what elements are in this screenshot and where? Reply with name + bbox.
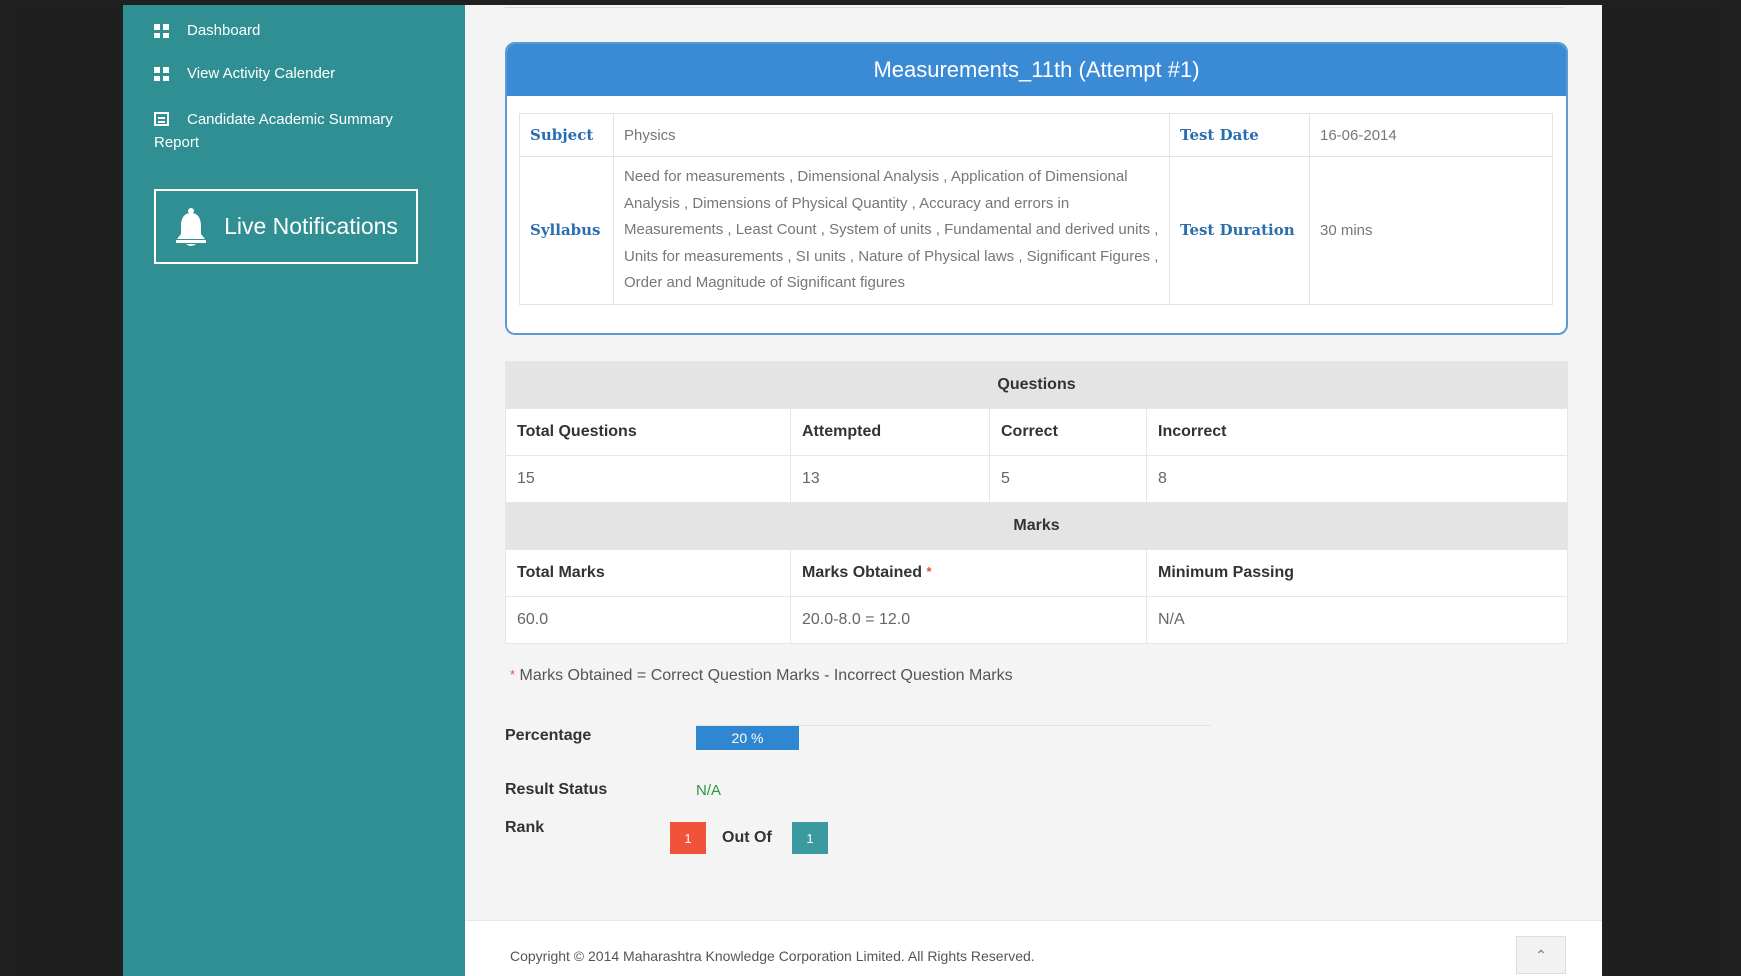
minimum-passing-value: N/A [1146, 596, 1568, 644]
syllabus-label: Syllabus [519, 156, 614, 305]
copyright-text: Copyright © 2014 Maharashtra Knowledge C… [510, 948, 1035, 964]
test-duration-label: Test Duration [1169, 156, 1310, 305]
test-title: Measurements_11th (Attempt #1) [507, 44, 1566, 96]
test-date-value: 16-06-2014 [1309, 113, 1553, 157]
column-header: Total Marks [505, 549, 791, 597]
marks-section-header: Marks [505, 502, 1568, 550]
live-notifications-label: Live Notifications [224, 213, 398, 239]
document-icon [154, 112, 169, 126]
marks-note-text: Marks Obtained = Correct Question Marks … [519, 667, 1013, 684]
column-header: Minimum Passing [1146, 549, 1568, 597]
column-header: Attempted [790, 408, 990, 456]
sidebar-item-label: Candidate Academic Summary Report [154, 111, 393, 151]
grid-icon [154, 67, 169, 81]
percentage-progress-bar: 20 % [696, 725, 1211, 751]
sidebar-item-label: Dashboard [187, 22, 261, 39]
result-status-value: N/A [696, 782, 722, 799]
result-status-label: Result Status [505, 781, 608, 798]
percentage-progress-fill: 20 % [696, 726, 799, 750]
incorrect-value: 8 [1146, 455, 1568, 503]
percentage-label: Percentage [505, 727, 592, 744]
grid-icon [154, 24, 169, 38]
main-content: Measurements_11th (Attempt #1) Subject P… [465, 5, 1602, 976]
rank-label: Rank [505, 819, 545, 836]
sidebar-item-dashboard[interactable]: Dashboard [154, 22, 260, 39]
total-questions-value: 15 [505, 455, 791, 503]
browser-viewport: Dashboard View Activity Calender Candida… [10, 5, 1720, 976]
divider [505, 7, 1565, 8]
marks-note: * Marks Obtained = Correct Question Mark… [510, 667, 1013, 685]
asterisk: * [926, 564, 932, 579]
marks-obtained-value: 20.0-8.0 = 12.0 [790, 596, 1147, 644]
column-header: Marks Obtained * [790, 549, 1147, 597]
test-info-panel: Measurements_11th (Attempt #1) Subject P… [505, 42, 1568, 335]
bell-icon [174, 207, 208, 247]
questions-section-header: Questions [505, 361, 1568, 409]
subject-value: Physics [613, 113, 1170, 157]
subject-label: Subject [519, 113, 614, 157]
column-header: Incorrect [1146, 408, 1568, 456]
total-marks-value: 60.0 [505, 596, 791, 644]
correct-value: 5 [989, 455, 1147, 503]
scroll-to-top-button[interactable]: ⌃ [1516, 936, 1566, 974]
rank-badge: 1 [670, 822, 706, 854]
footer: Copyright © 2014 Maharashtra Knowledge C… [465, 920, 1602, 976]
test-duration-value: 30 mins [1309, 156, 1553, 305]
test-info-table: Subject Physics Test Date 16-06-2014 Syl… [519, 113, 1553, 305]
chevron-up-icon: ⌃ [1535, 946, 1547, 963]
column-header: Total Questions [505, 408, 791, 456]
results-table: Questions Total Questions Attempted Corr… [505, 361, 1568, 644]
column-header-label: Marks Obtained [802, 564, 923, 581]
live-notifications-button[interactable]: Live Notifications [154, 189, 418, 264]
column-header: Correct [989, 408, 1147, 456]
attempted-value: 13 [790, 455, 990, 503]
sidebar: Dashboard View Activity Calender Candida… [123, 5, 465, 976]
asterisk: * [510, 667, 516, 682]
sidebar-item-activity-calendar[interactable]: View Activity Calender [154, 65, 335, 82]
rank-total-badge: 1 [792, 822, 828, 854]
syllabus-value: Need for measurements , Dimensional Anal… [613, 156, 1170, 305]
test-date-label: Test Date [1169, 113, 1310, 157]
sidebar-item-academic-summary[interactable]: Candidate Academic Summary Report [154, 108, 404, 154]
out-of-label: Out Of [722, 829, 772, 846]
sidebar-item-label: View Activity Calender [187, 65, 336, 82]
